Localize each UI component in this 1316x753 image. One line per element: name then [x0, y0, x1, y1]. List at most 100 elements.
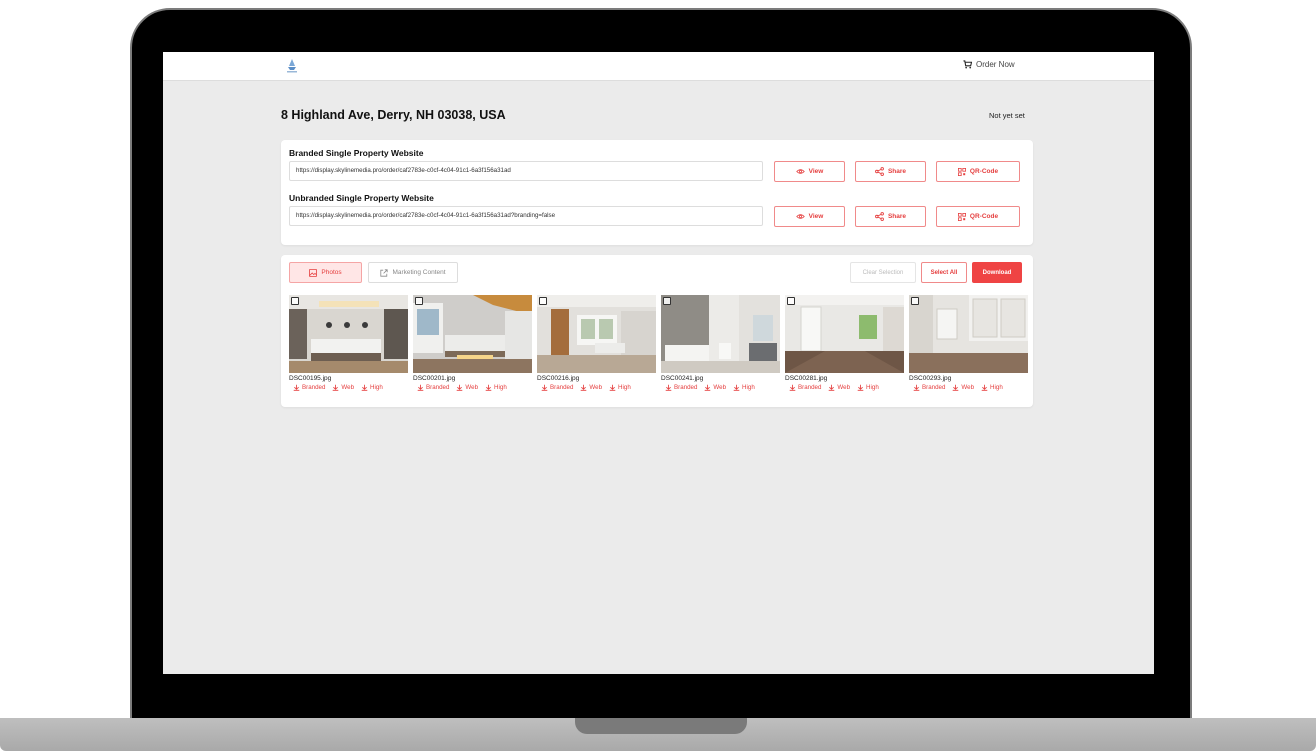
eye-icon	[795, 169, 805, 174]
download-branded-link[interactable]: Branded	[417, 384, 449, 391]
download-high-link[interactable]: High	[857, 384, 879, 391]
download-high-link[interactable]: High	[485, 384, 507, 391]
download-web-label: Web	[961, 384, 975, 391]
view-label: View	[808, 168, 824, 175]
order-now-button[interactable]: Order Now	[963, 60, 1015, 69]
select-all-button[interactable]: Select All	[921, 262, 967, 283]
download-icon	[665, 384, 672, 391]
download-branded-label: Branded	[798, 384, 822, 391]
download-branded-label: Branded	[550, 384, 574, 391]
download-high-label: High	[866, 384, 879, 391]
download-button[interactable]: Download	[972, 262, 1022, 283]
share-icon	[875, 212, 884, 221]
branded-site-title: Branded Single Property Website	[289, 148, 424, 158]
media-gallery-card: Photos Marketing Content Clear Selection…	[281, 255, 1033, 407]
photo-download-options: Branded Web High	[665, 384, 780, 391]
photo-grid: DSC00195.jpg Branded Web High DSC00201.j…	[289, 295, 1028, 399]
download-high-link[interactable]: High	[361, 384, 383, 391]
download-icon	[789, 384, 796, 391]
download-branded-link[interactable]: Branded	[293, 384, 325, 391]
clear-selection-button[interactable]: Clear Selection	[850, 262, 916, 283]
photo-thumbnail[interactable]	[537, 295, 656, 373]
qr-label: QR-Code	[969, 213, 999, 220]
download-web-link[interactable]: Web	[828, 384, 850, 391]
download-branded-label: Branded	[426, 384, 450, 391]
download-web-label: Web	[341, 384, 355, 391]
download-icon	[953, 384, 959, 391]
unbranded-view-button[interactable]: View	[774, 206, 845, 227]
share-label: Share	[887, 168, 907, 175]
download-web-label: Web	[713, 384, 727, 391]
unbranded-share-button[interactable]: Share	[855, 206, 926, 227]
download-web-link[interactable]: Web	[456, 384, 478, 391]
photo-select-checkbox[interactable]	[291, 297, 299, 305]
download-web-link[interactable]: Web	[704, 384, 726, 391]
unbranded-qr-button[interactable]: QR-Code	[936, 206, 1020, 227]
laptop-notch	[575, 718, 747, 734]
view-label: View	[808, 213, 824, 220]
photo-select-checkbox[interactable]	[787, 297, 795, 305]
photo-thumbnail[interactable]	[661, 295, 780, 373]
download-branded-link[interactable]: Branded	[789, 384, 821, 391]
order-now-label: Order Now	[976, 60, 1015, 69]
download-high-link[interactable]: High	[609, 384, 631, 391]
unbranded-url-field[interactable]: https://display.skylinemedia.pro/order/c…	[289, 206, 763, 226]
download-high-label: High	[742, 384, 755, 391]
photo-thumbnail[interactable]	[785, 295, 904, 373]
download-high-link[interactable]: High	[733, 384, 755, 391]
unbranded-site-title: Unbranded Single Property Website	[289, 193, 434, 203]
download-high-label: High	[618, 384, 631, 391]
download-branded-link[interactable]: Branded	[665, 384, 697, 391]
download-icon	[733, 384, 740, 391]
tab-marketing-content[interactable]: Marketing Content	[368, 262, 458, 283]
branded-share-button[interactable]: Share	[855, 161, 926, 182]
photo-download-options: Branded Web High	[293, 384, 408, 391]
branded-url-field[interactable]: https://display.skylinemedia.pro/order/c…	[289, 161, 763, 181]
download-branded-link[interactable]: Branded	[913, 384, 945, 391]
download-web-link[interactable]: Web	[952, 384, 974, 391]
photo-filename: DSC00195.jpg	[289, 375, 332, 382]
photo-item: DSC00241.jpg Branded Web High	[661, 295, 780, 399]
photo-select-checkbox[interactable]	[539, 297, 547, 305]
photo-thumbnail[interactable]	[413, 295, 532, 373]
qr-code-icon	[957, 212, 966, 221]
download-high-link[interactable]: High	[981, 384, 1003, 391]
download-web-label: Web	[589, 384, 603, 391]
download-icon	[609, 384, 616, 391]
top-navbar: Order Now	[163, 52, 1154, 81]
download-branded-link[interactable]: Branded	[541, 384, 573, 391]
download-icon	[829, 384, 835, 391]
branded-view-button[interactable]: View	[774, 161, 845, 182]
download-branded-label: Branded	[302, 384, 326, 391]
external-link-icon	[380, 268, 389, 277]
qr-label: QR-Code	[969, 168, 999, 175]
download-icon	[333, 384, 339, 391]
tab-photos[interactable]: Photos	[289, 262, 362, 283]
download-icon	[857, 384, 864, 391]
photo-select-checkbox[interactable]	[911, 297, 919, 305]
download-branded-label: Branded	[674, 384, 698, 391]
photo-download-options: Branded Web High	[913, 384, 1028, 391]
download-icon	[981, 384, 988, 391]
share-label: Share	[887, 213, 907, 220]
download-high-label: High	[990, 384, 1003, 391]
photo-select-checkbox[interactable]	[663, 297, 671, 305]
company-logo[interactable]	[283, 57, 301, 75]
photo-select-checkbox[interactable]	[415, 297, 423, 305]
photo-thumbnail[interactable]	[289, 295, 408, 373]
photo-item: DSC00293.jpg Branded Web High	[909, 295, 1028, 399]
photo-item: DSC00281.jpg Branded Web High	[785, 295, 904, 399]
download-icon	[705, 384, 711, 391]
branded-qr-button[interactable]: QR-Code	[936, 161, 1020, 182]
photo-download-options: Branded Web High	[417, 384, 532, 391]
download-icon	[913, 384, 920, 391]
download-web-link[interactable]: Web	[580, 384, 602, 391]
photo-thumbnail[interactable]	[909, 295, 1028, 373]
tab-photos-label: Photos	[321, 269, 342, 276]
photo-filename: DSC00216.jpg	[537, 375, 580, 382]
photo-item: DSC00216.jpg Branded Web High	[537, 295, 656, 399]
eye-icon	[795, 214, 805, 219]
download-high-label: High	[494, 384, 507, 391]
download-web-link[interactable]: Web	[332, 384, 354, 391]
qr-code-icon	[957, 167, 966, 176]
